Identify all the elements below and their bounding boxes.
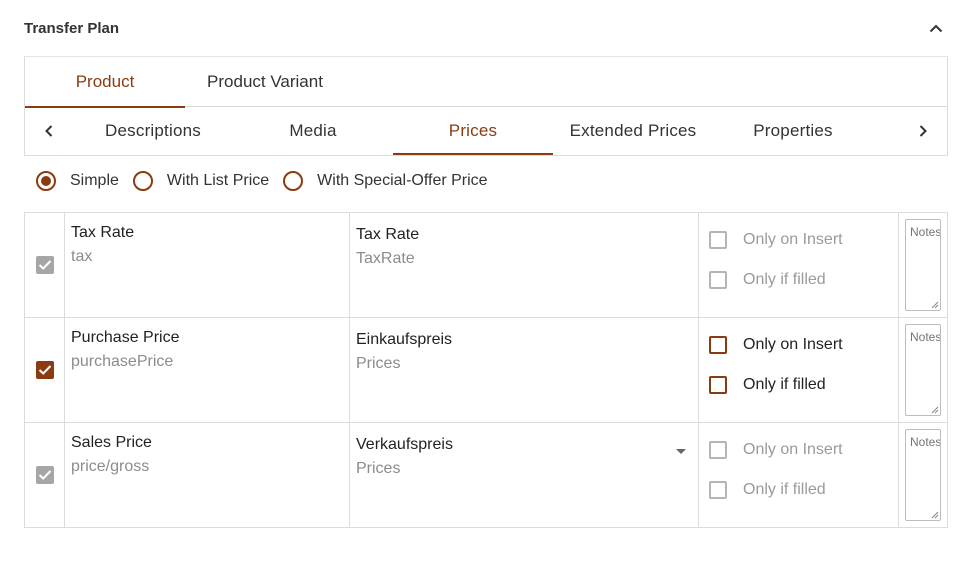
collapse-button[interactable]: [924, 16, 948, 40]
only-on-insert-checkbox[interactable]: [709, 231, 727, 249]
table-row: Purchase Price purchasePrice Einkaufspre…: [25, 318, 947, 423]
target-field-select[interactable]: Verkaufspreis Prices: [350, 423, 699, 527]
radio-button-selected[interactable]: [36, 171, 56, 191]
chevron-right-icon: [919, 125, 927, 137]
only-on-insert-label: Only on Insert: [743, 441, 843, 458]
target-field-cell: Tax Rate TaxRate: [350, 213, 699, 317]
target-field-sub: TaxRate: [356, 250, 415, 267]
tabs-card: Product Product Variant Descriptions Med…: [24, 56, 948, 156]
tab-properties[interactable]: Properties: [713, 107, 873, 155]
only-if-filled-label: Only if filled: [743, 271, 826, 288]
transfer-plan-header: Transfer Plan: [24, 0, 948, 56]
notes-textarea[interactable]: [905, 429, 941, 521]
section-tabs: Descriptions Media Prices Extended Price…: [25, 107, 947, 155]
only-on-insert-option[interactable]: Only on Insert: [709, 227, 888, 253]
target-field-cell: Einkaufspreis Prices: [350, 318, 699, 422]
price-mode-radio-group: Simple With List Price With Special-Offe…: [36, 168, 502, 194]
table-row: Sales Price price/gross Verkaufspreis Pr…: [25, 423, 947, 528]
table-row: Tax Rate tax Tax Rate TaxRate Only on In…: [25, 213, 947, 318]
resize-grip-icon[interactable]: [931, 301, 939, 309]
chevron-up-icon: [929, 24, 943, 32]
radio-button[interactable]: [283, 171, 304, 191]
notes-cell: [899, 318, 947, 422]
options-cell: Only on Insert Only if filled: [699, 213, 899, 317]
target-field-title: Einkaufspreis: [356, 331, 453, 348]
tab-product[interactable]: Product: [25, 57, 185, 108]
row-enable-checkbox[interactable]: [35, 256, 54, 274]
target-field-sub: Prices: [356, 460, 401, 477]
only-if-filled-option[interactable]: Only if filled: [709, 372, 888, 398]
only-on-insert-checkbox[interactable]: [709, 336, 727, 354]
resize-grip-icon[interactable]: [931, 406, 939, 414]
only-if-filled-checkbox[interactable]: [709, 481, 727, 499]
notes-textarea[interactable]: [905, 219, 941, 311]
radio-simple[interactable]: Simple: [36, 171, 119, 191]
source-field-key: price/gross: [71, 458, 150, 475]
radio-with-list-price-label: With List Price: [166, 172, 270, 189]
checkmark-icon: [38, 260, 51, 270]
field-mapping-table: Tax Rate tax Tax Rate TaxRate Only on In…: [24, 212, 948, 528]
only-on-insert-option[interactable]: Only on Insert: [709, 332, 888, 358]
notes-cell: [899, 423, 947, 527]
only-on-insert-label: Only on Insert: [743, 336, 843, 353]
source-field-key: purchasePrice: [71, 353, 174, 370]
checkmark-icon: [38, 470, 51, 480]
notes-textarea[interactable]: [905, 324, 941, 416]
tabs-scroll-right-button[interactable]: [899, 107, 947, 155]
row-enable-cell: [25, 423, 65, 527]
only-on-insert-option[interactable]: Only on Insert: [709, 437, 888, 463]
source-field-cell: Tax Rate tax: [65, 213, 350, 317]
checkmark-icon: [38, 365, 51, 375]
chevron-left-icon: [45, 125, 53, 137]
source-field-title: Sales Price: [71, 434, 152, 451]
radio-simple-label: Simple: [70, 172, 119, 189]
target-field-title: Verkaufspreis: [356, 436, 453, 453]
section-title: Transfer Plan: [24, 19, 120, 37]
only-if-filled-checkbox[interactable]: [709, 271, 727, 289]
only-if-filled-label: Only if filled: [743, 481, 826, 498]
tab-product-variant[interactable]: Product Variant: [185, 57, 345, 107]
options-cell: Only on Insert Only if filled: [699, 423, 899, 527]
row-enable-cell: [25, 318, 65, 422]
tab-extended-prices[interactable]: Extended Prices: [553, 107, 713, 155]
radio-with-list-price[interactable]: With List Price: [132, 171, 270, 191]
resize-grip-icon[interactable]: [931, 511, 939, 519]
tab-media[interactable]: Media: [233, 107, 393, 155]
dropdown-arrow-icon[interactable]: [676, 449, 686, 454]
source-field-title: Tax Rate: [71, 224, 135, 241]
only-if-filled-option[interactable]: Only if filled: [709, 477, 888, 503]
notes-cell: [899, 213, 947, 317]
radio-with-special-offer-price-label: With Special-Offer Price: [317, 172, 488, 189]
row-enable-cell: [25, 213, 65, 317]
tab-descriptions[interactable]: Descriptions: [73, 107, 233, 155]
entity-tabs: Product Product Variant: [25, 57, 947, 108]
row-enable-checkbox[interactable]: [35, 466, 54, 484]
only-if-filled-checkbox[interactable]: [709, 376, 727, 394]
options-cell: Only on Insert Only if filled: [699, 318, 899, 422]
source-field-cell: Sales Price price/gross: [65, 423, 350, 527]
target-field-title: Tax Rate: [356, 226, 420, 243]
only-on-insert-checkbox[interactable]: [709, 441, 727, 459]
source-field-cell: Purchase Price purchasePrice: [65, 318, 350, 422]
target-field-sub: Prices: [356, 355, 401, 372]
source-field-title: Purchase Price: [71, 329, 180, 346]
only-if-filled-label: Only if filled: [743, 376, 826, 393]
tabs-scroll-left-button[interactable]: [25, 107, 73, 155]
radio-button[interactable]: [132, 171, 153, 191]
only-if-filled-option[interactable]: Only if filled: [709, 267, 888, 293]
row-enable-checkbox[interactable]: [35, 361, 54, 379]
tab-prices[interactable]: Prices: [393, 107, 553, 155]
source-field-key: tax: [71, 248, 93, 265]
radio-with-special-offer-price[interactable]: With Special-Offer Price: [283, 171, 488, 191]
only-on-insert-label: Only on Insert: [743, 231, 843, 248]
